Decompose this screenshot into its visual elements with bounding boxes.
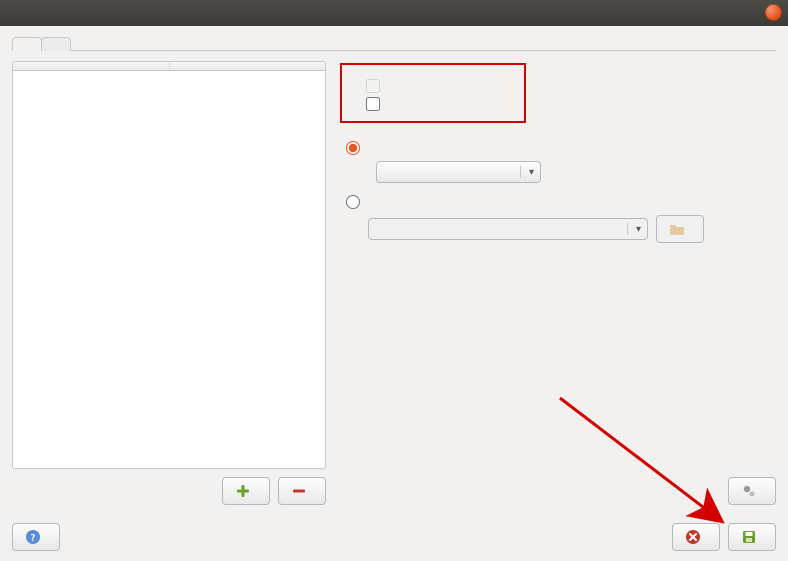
advanced-button[interactable] xyxy=(728,477,776,505)
remove-button[interactable] xyxy=(278,477,326,505)
iso-row[interactable] xyxy=(340,193,776,211)
folder-icon xyxy=(669,221,685,237)
minus-icon xyxy=(291,483,307,499)
physical-drive-radio[interactable] xyxy=(346,141,360,155)
close-icon[interactable] xyxy=(765,4,782,21)
connected-checkbox xyxy=(366,79,380,93)
save-icon xyxy=(741,529,757,545)
device-table[interactable] xyxy=(12,61,326,469)
device-select[interactable] xyxy=(376,161,541,183)
chevron-down-icon xyxy=(627,223,641,235)
col-summary[interactable] xyxy=(169,62,325,71)
cancel-button[interactable] xyxy=(672,523,720,551)
browse-button xyxy=(656,215,704,243)
help-button[interactable]: ? xyxy=(12,523,60,551)
cancel-icon xyxy=(685,529,701,545)
add-button[interactable] xyxy=(222,477,270,505)
iso-path-select xyxy=(368,218,648,240)
plus-icon xyxy=(235,483,251,499)
tab-hardware[interactable] xyxy=(12,37,42,51)
iso-radio[interactable] xyxy=(346,195,360,209)
chevron-down-icon xyxy=(520,166,534,178)
power-on-row[interactable] xyxy=(348,95,518,113)
help-icon: ? xyxy=(25,529,41,545)
tab-options[interactable] xyxy=(41,37,71,51)
gears-icon xyxy=(741,483,757,499)
power-on-checkbox[interactable] xyxy=(366,97,380,111)
tabs xyxy=(12,36,776,51)
col-device[interactable] xyxy=(13,62,169,71)
physical-drive-row[interactable] xyxy=(340,139,776,157)
svg-text:?: ? xyxy=(31,532,36,543)
device-status-highlight xyxy=(340,63,526,123)
titlebar xyxy=(0,0,788,26)
save-button[interactable] xyxy=(728,523,776,551)
connected-row xyxy=(348,77,518,95)
